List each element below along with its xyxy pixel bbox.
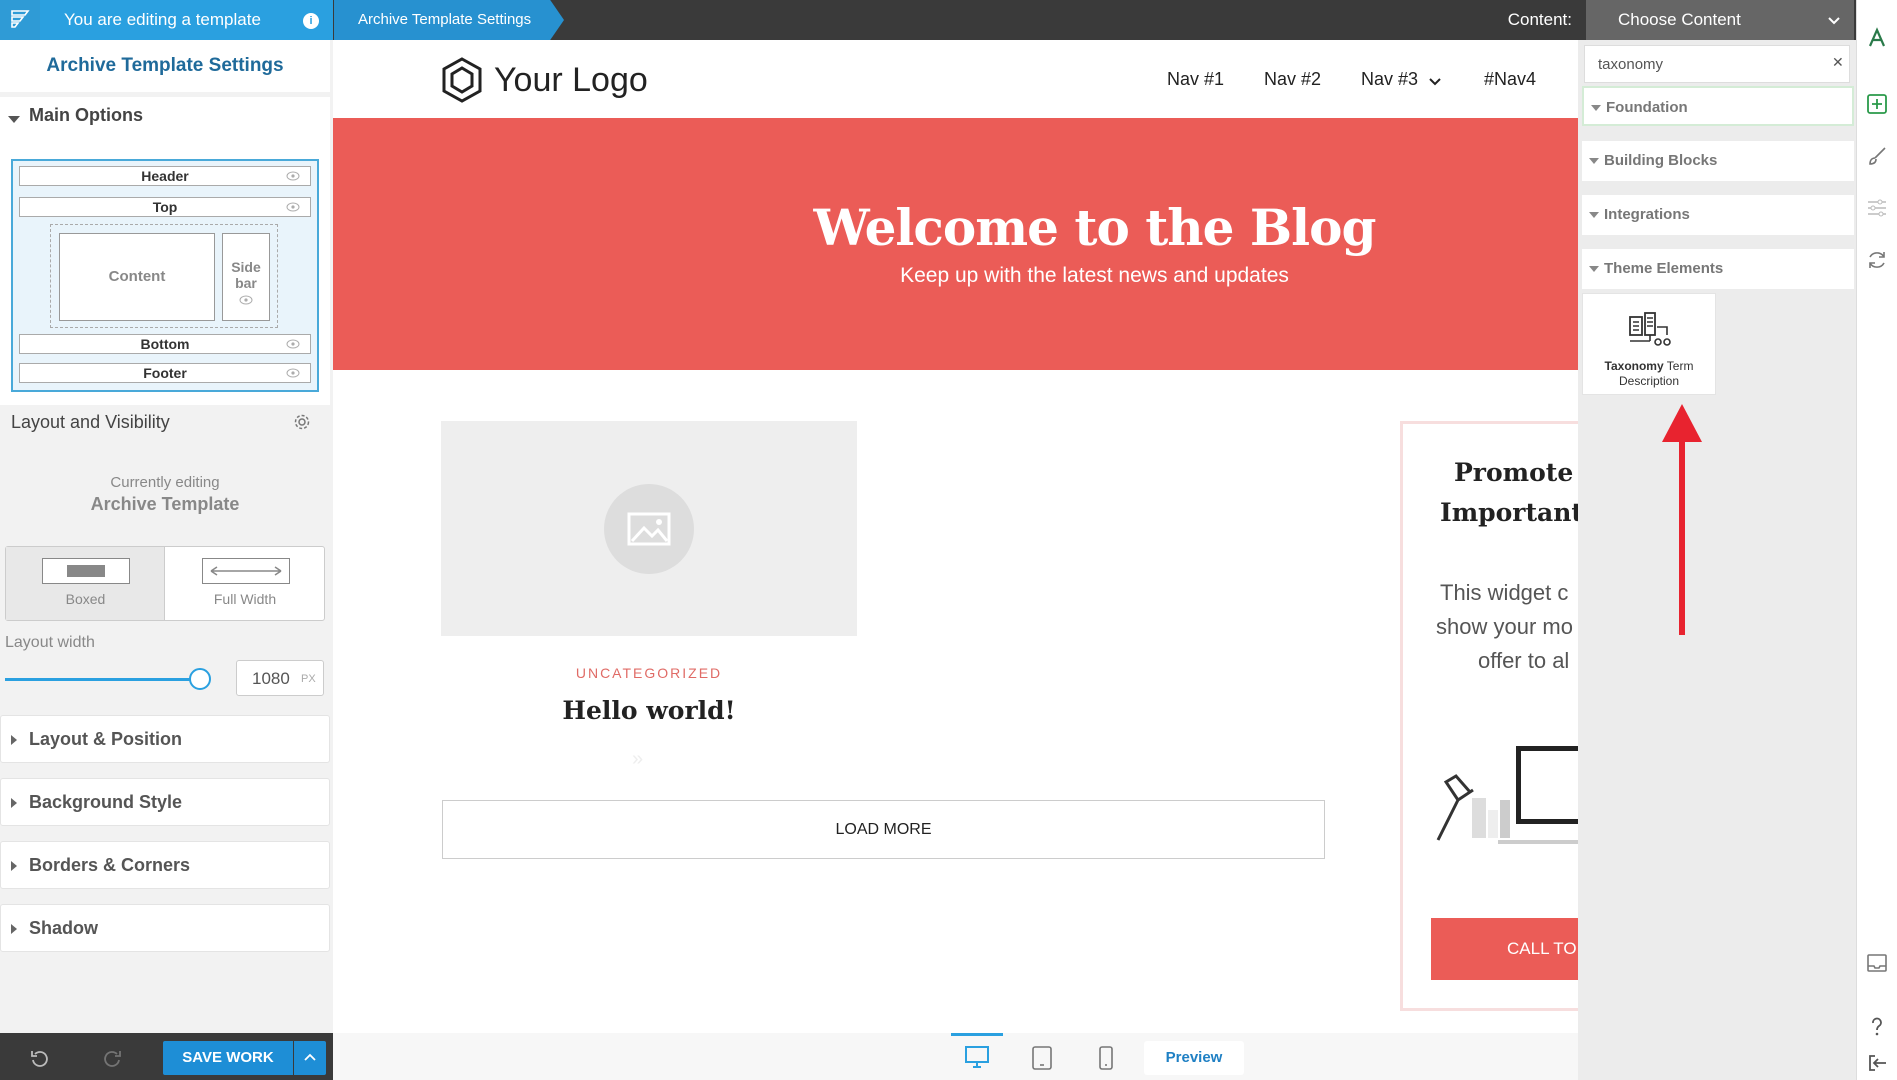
currently-editing-label: Currently editing xyxy=(110,474,220,491)
element-label: Taxonomy Term Description xyxy=(1582,359,1716,389)
category-building-blocks[interactable]: Building Blocks xyxy=(1582,141,1854,181)
load-more-button[interactable]: LOAD MORE xyxy=(442,800,1325,859)
nav-item-1[interactable]: Nav #1 xyxy=(1167,69,1224,90)
tablet-icon[interactable] xyxy=(1031,1046,1053,1070)
layout-top-row[interactable]: Top xyxy=(19,197,311,217)
layout-width-label: Layout width xyxy=(5,634,95,651)
sync-icon[interactable] xyxy=(1866,249,1888,271)
layout-width-value: 1080 xyxy=(252,669,290,688)
close-icon[interactable]: ✕ xyxy=(1832,54,1844,71)
section-borders-corners[interactable]: Borders & Corners xyxy=(0,841,330,889)
nav-item-2[interactable]: Nav #2 xyxy=(1264,69,1321,90)
editing-template-label: You are editing a template xyxy=(40,0,333,40)
panel-title: Archive Template Settings xyxy=(0,40,330,92)
eye-icon[interactable] xyxy=(286,338,300,350)
post-title[interactable]: Hello world! xyxy=(441,696,857,725)
full-width-label[interactable]: Full Width xyxy=(165,591,325,607)
layout-header-label: Header xyxy=(141,168,189,184)
eye-icon[interactable] xyxy=(239,294,253,306)
desktop-icon[interactable] xyxy=(951,1033,1003,1080)
element-label-bold: Taxonomy xyxy=(1604,359,1664,373)
add-block-icon[interactable] xyxy=(1866,93,1888,115)
info-icon[interactable]: i xyxy=(303,13,319,29)
category-label: Theme Elements xyxy=(1604,260,1724,277)
eye-icon[interactable] xyxy=(286,367,300,379)
category-integrations[interactable]: Integrations xyxy=(1582,195,1854,235)
caret-down-icon[interactable] xyxy=(8,116,20,123)
gear-icon[interactable] xyxy=(293,413,311,431)
undo-icon[interactable] xyxy=(30,1049,50,1067)
section-label: Layout & Position xyxy=(29,729,182,749)
category-label: Building Blocks xyxy=(1604,152,1718,169)
content-label: Content: xyxy=(1507,10,1572,29)
layout-bottom-label: Bottom xyxy=(140,336,190,352)
sidebar-label-1: Side xyxy=(231,259,261,275)
section-shadow[interactable]: Shadow xyxy=(0,904,330,952)
layout-content-block[interactable]: Content xyxy=(59,233,215,321)
hexagon-logo-icon xyxy=(442,57,482,103)
full-width-layout-icon[interactable] xyxy=(202,558,290,584)
chevron-down-icon xyxy=(1826,12,1842,28)
category-label: Integrations xyxy=(1604,206,1690,223)
desk-illustration-image xyxy=(1436,746,1578,844)
section-label: Borders & Corners xyxy=(29,855,191,875)
category-theme-elements[interactable]: Theme Elements xyxy=(1582,249,1854,289)
search-value: taxonomy xyxy=(1598,56,1664,73)
exit-icon[interactable] xyxy=(1866,1052,1888,1074)
widget-body-line-1: This widget c xyxy=(1440,580,1569,605)
post-category[interactable]: UNCATEGORIZED xyxy=(441,665,857,681)
section-layout-position[interactable]: Layout & Position xyxy=(0,715,330,763)
slider-handle[interactable] xyxy=(189,668,211,690)
sliders-icon[interactable] xyxy=(1866,197,1888,219)
eye-icon[interactable] xyxy=(286,201,300,213)
template-name: Archive Template xyxy=(90,494,240,514)
call-to-action-button[interactable]: CALL TO xyxy=(1431,918,1578,980)
taxonomy-term-icon xyxy=(1629,312,1671,346)
category-label: Foundation xyxy=(1606,99,1688,116)
save-options-button[interactable] xyxy=(294,1041,326,1075)
image-placeholder-icon xyxy=(604,484,694,574)
inbox-icon[interactable] xyxy=(1866,952,1888,974)
layout-footer-row[interactable]: Footer xyxy=(19,363,311,383)
redo-icon[interactable] xyxy=(102,1049,122,1067)
sidebar-label-2: bar xyxy=(235,275,257,291)
layout-bottom-row[interactable]: Bottom xyxy=(19,334,311,354)
chevron-up-icon xyxy=(304,1053,316,1061)
layout-header-row[interactable]: Header xyxy=(19,166,311,186)
phone-icon[interactable] xyxy=(1098,1046,1114,1070)
layout-footer-label: Footer xyxy=(143,365,187,381)
save-work-button[interactable]: SAVE WORK xyxy=(163,1041,293,1075)
unit-label[interactable]: PX xyxy=(301,673,316,685)
category-foundation[interactable]: Foundation xyxy=(1582,86,1854,126)
read-more-link[interactable]: » xyxy=(632,748,643,771)
section-label: Shadow xyxy=(29,918,99,938)
kadence-logo-icon[interactable] xyxy=(0,0,40,40)
chevron-down-icon[interactable] xyxy=(1428,74,1442,88)
layout-width-slider[interactable] xyxy=(5,678,200,681)
site-logo-text[interactable]: Your Logo xyxy=(494,56,648,104)
section-background-style[interactable]: Background Style xyxy=(0,778,330,826)
help-icon[interactable] xyxy=(1866,1015,1888,1037)
breadcrumb[interactable]: Archive Template Settings xyxy=(334,0,564,40)
layout-top-label: Top xyxy=(152,199,178,215)
section-label: Background Style xyxy=(29,792,183,812)
widget-title-line-2: Important xyxy=(1440,498,1583,527)
boxed-label: Boxed xyxy=(65,591,106,607)
nav-item-4[interactable]: #Nav4 xyxy=(1484,69,1536,90)
widget-body-line-3: offer to al xyxy=(1478,648,1570,673)
choose-content-select[interactable]: Choose Content xyxy=(1586,0,1854,40)
eye-icon[interactable] xyxy=(286,170,300,182)
layout-visibility-label: Layout and Visibility xyxy=(11,412,170,432)
boxed-layout-icon xyxy=(42,558,130,584)
layout-sidebar-block[interactable]: Side bar xyxy=(222,233,270,321)
nav-item-3[interactable]: Nav #3 xyxy=(1361,69,1418,90)
preview-button[interactable]: Preview xyxy=(1144,1041,1244,1075)
red-arrow-annotation xyxy=(1662,404,1702,635)
kadence-brand-icon[interactable] xyxy=(1866,27,1888,49)
main-options-label[interactable]: Main Options xyxy=(29,105,143,126)
brush-icon[interactable] xyxy=(1866,145,1888,167)
widget-body-line-2: show your mo xyxy=(1436,614,1573,639)
